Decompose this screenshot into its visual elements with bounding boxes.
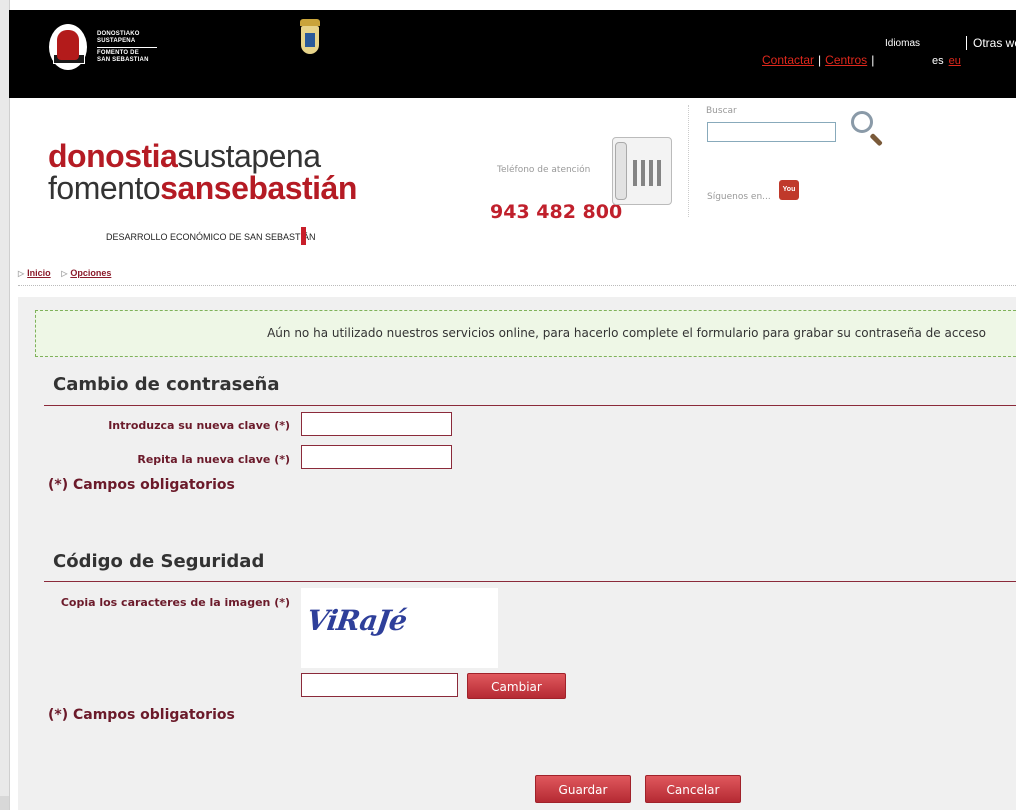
section-divider: [44, 405, 1016, 406]
window-frame-left: [0, 0, 10, 810]
security-section-title: Código de Seguridad: [53, 551, 265, 572]
cancel-button[interactable]: Cancelar: [645, 775, 741, 803]
main-content: Aún no ha utilizado nuestros servicios o…: [18, 297, 1016, 810]
languages-label: Idiomas: [885, 38, 921, 49]
breadcrumb-divider: [18, 285, 1016, 286]
repeat-password-label: Repita la nueva clave (*): [137, 453, 290, 466]
city-shield-icon[interactable]: [300, 19, 320, 54]
save-button[interactable]: Guardar: [535, 775, 631, 803]
brand-logo[interactable]: donostiasustapena fomentosansebastián: [48, 140, 357, 204]
password-section-title: Cambio de contraseña: [53, 374, 280, 395]
search-input[interactable]: [707, 122, 836, 142]
fomento-logo[interactable]: DONOSTIAKO SUSTAPENA FOMENTO DE SAN SEBA…: [49, 24, 157, 70]
seal-icon: [49, 24, 87, 70]
top-links: Contactar | Centros |: [762, 53, 875, 67]
search-icon[interactable]: [851, 111, 873, 133]
breadcrumb-home[interactable]: Inicio: [27, 268, 51, 278]
breadcrumb: ▷ Inicio ▷ Opciones: [18, 268, 119, 278]
breadcrumb-arrow-icon: ▷: [18, 269, 25, 278]
lang-eu-link[interactable]: eu: [949, 55, 961, 67]
search-label: Buscar: [706, 106, 737, 116]
lang-current: es: [932, 55, 944, 67]
youtube-icon[interactable]: You: [779, 180, 799, 200]
top-bar: DONOSTIAKO SUSTAPENA FOMENTO DE SAN SEBA…: [9, 10, 1016, 98]
required-fields-note: (*) Campos obligatorios: [48, 477, 235, 493]
contact-link[interactable]: Contactar: [762, 53, 814, 67]
info-notice: Aún no ha utilizado nuestros servicios o…: [35, 310, 1016, 357]
required-fields-note: (*) Campos obligatorios: [48, 707, 235, 723]
captcha-label: Copia los caracteres de la imagen (*): [60, 596, 290, 609]
telephone-icon: [612, 137, 672, 205]
breadcrumb-arrow-icon: ▷: [61, 269, 68, 278]
change-captcha-button[interactable]: Cambiar: [467, 673, 566, 699]
phone-number: 943 482 800: [490, 201, 623, 223]
brand-mark: [301, 227, 306, 245]
captcha-text: ViRaJé: [304, 604, 409, 637]
breadcrumb-options[interactable]: Opciones: [70, 268, 111, 278]
new-password-input[interactable]: [301, 412, 452, 436]
brand-tagline: DESARROLLO ECONÓMICO DE SAN SEBASTIÁN: [106, 232, 316, 242]
other-websites-link[interactable]: Otras we: [966, 36, 1016, 50]
centers-link[interactable]: Centros: [825, 53, 867, 67]
language-switcher: es eu: [932, 55, 961, 67]
logo-text: DONOSTIAKO SUSTAPENA FOMENTO DE SAN SEBA…: [97, 31, 157, 64]
follow-us-label: Síguenos en...: [707, 192, 771, 202]
captcha-input[interactable]: [301, 673, 458, 697]
captcha-image: ViRaJé: [301, 588, 498, 668]
new-password-label: Introduzca su nueva clave (*): [108, 419, 290, 432]
window-frame-corner: [0, 796, 9, 810]
section-divider: [44, 581, 1016, 582]
header-divider: [688, 105, 689, 217]
phone-label: Teléfono de atención: [497, 165, 591, 175]
repeat-password-input[interactable]: [301, 445, 452, 469]
